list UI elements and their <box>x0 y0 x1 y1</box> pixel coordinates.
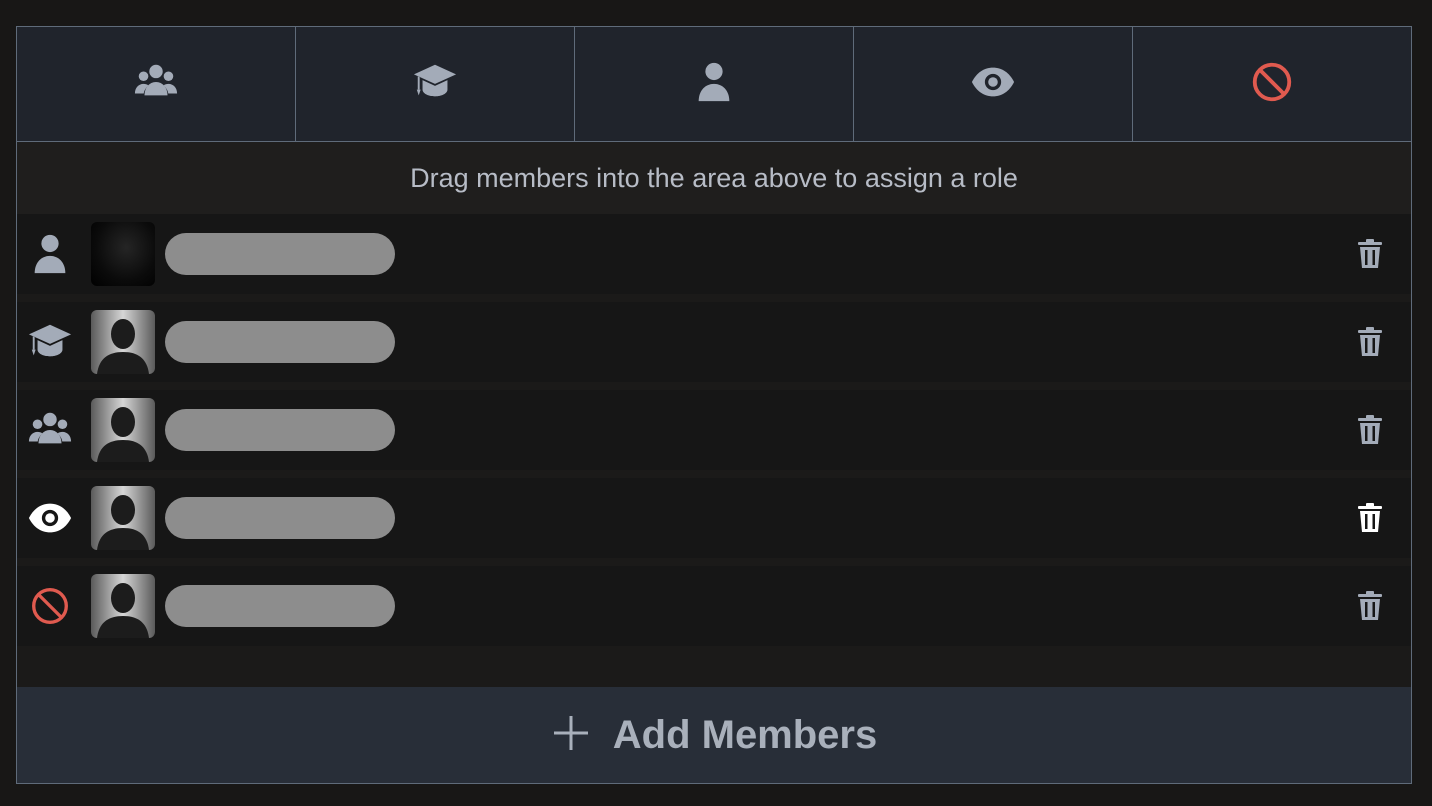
users-icon <box>133 59 179 110</box>
user-icon[interactable] <box>25 229 75 279</box>
member-row[interactable] <box>17 302 1411 382</box>
role-zone-student[interactable] <box>296 27 575 141</box>
plus-icon <box>551 713 613 758</box>
ban-icon <box>1249 59 1295 110</box>
drag-hint: Drag members into the area above to assi… <box>17 142 1411 214</box>
add-members-label: Add Members <box>612 712 878 757</box>
member-row[interactable] <box>17 214 1411 294</box>
role-zone-viewer[interactable] <box>854 27 1133 141</box>
users-icon[interactable] <box>25 405 75 455</box>
trash-icon[interactable] <box>1355 413 1385 447</box>
user-icon <box>691 59 737 110</box>
graduation-cap-icon[interactable] <box>25 317 75 367</box>
member-name-redacted <box>165 497 395 539</box>
role-zone-groups[interactable] <box>17 27 296 141</box>
member-row[interactable] <box>17 478 1411 558</box>
avatar <box>91 310 155 374</box>
member-name-redacted <box>165 233 395 275</box>
member-roles-panel: Drag members into the area above to assi… <box>16 26 1412 784</box>
role-zone-blocked[interactable] <box>1133 27 1411 141</box>
ban-icon[interactable] <box>25 581 75 631</box>
trash-icon[interactable] <box>1355 325 1385 359</box>
role-drop-bar <box>17 27 1411 142</box>
eye-icon <box>970 59 1016 110</box>
member-row[interactable] <box>17 566 1411 646</box>
avatar <box>91 398 155 462</box>
trash-icon[interactable] <box>1355 589 1385 623</box>
role-zone-member[interactable] <box>575 27 854 141</box>
graduation-cap-icon <box>412 59 458 110</box>
member-name-redacted <box>165 321 395 363</box>
member-row[interactable] <box>17 390 1411 470</box>
avatar <box>91 486 155 550</box>
add-members-button[interactable]: Add Members <box>17 687 1411 783</box>
member-name-redacted <box>165 409 395 451</box>
avatar <box>91 222 155 286</box>
member-name-redacted <box>165 585 395 627</box>
trash-icon[interactable] <box>1355 237 1385 271</box>
trash-icon[interactable] <box>1355 501 1385 535</box>
avatar <box>91 574 155 638</box>
eye-icon[interactable] <box>25 493 75 543</box>
